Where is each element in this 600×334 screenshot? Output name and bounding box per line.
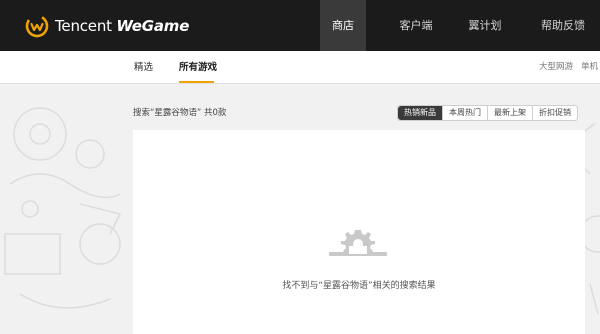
- sort-button-group: 热销新品 本周热门 最新上架 折扣促销: [397, 105, 578, 121]
- empty-results-gear-icon: [329, 230, 387, 256]
- empty-results-message: 找不到与“星露谷物语”相关的搜索结果: [282, 281, 436, 291]
- search-results-panel: 找不到与“星露谷物语”相关的搜索结果: [133, 130, 585, 334]
- sub-nav: 精选 所有游戏 大型网游 单机: [0, 51, 600, 84]
- top-nav-store[interactable]: 商店: [320, 0, 366, 51]
- top-header: Tencent WeGame 商店 客户端 翼计划 帮助反馈: [0, 0, 600, 51]
- sort-discount-button[interactable]: 折扣促销: [532, 106, 577, 120]
- search-result-summary: 搜索“星露谷物语” 共0款: [133, 108, 227, 118]
- active-tab-indicator: [179, 81, 214, 83]
- link-online-games[interactable]: 大型网游: [539, 51, 573, 84]
- logo-text-wegame: WeGame: [116, 17, 190, 35]
- sort-newest-button[interactable]: 最新上架: [487, 106, 532, 120]
- wegame-logo-icon: [25, 14, 49, 38]
- top-nav-client[interactable]: 客户端: [366, 0, 454, 51]
- wegame-logo[interactable]: Tencent WeGame: [25, 12, 189, 40]
- logo-text: Tencent WeGame: [55, 17, 189, 35]
- sort-hot-new-button[interactable]: 热销新品: [398, 106, 442, 120]
- top-nav-wing-plan[interactable]: 翼计划: [454, 0, 516, 51]
- top-nav: 商店 客户端 翼计划 帮助反馈: [320, 0, 600, 51]
- sort-weekly-popular-button[interactable]: 本周热门: [442, 106, 487, 120]
- tab-featured[interactable]: 精选: [134, 51, 153, 84]
- logo-text-prefix: Tencent: [55, 17, 117, 35]
- link-single-player[interactable]: 单机: [581, 51, 598, 84]
- tab-all-games[interactable]: 所有游戏: [179, 51, 217, 84]
- top-nav-help-feedback[interactable]: 帮助反馈: [516, 0, 600, 51]
